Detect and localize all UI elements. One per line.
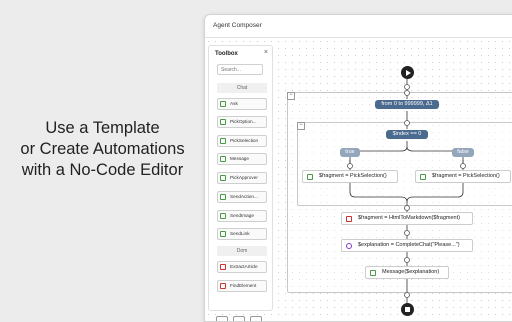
flow-end-node[interactable] xyxy=(401,303,414,316)
toolbox-item-extract-article[interactable]: ExtractArticle xyxy=(217,261,267,273)
markdown-icon xyxy=(346,216,352,222)
message-icon xyxy=(370,270,376,276)
pick-selection-icon xyxy=(420,174,426,180)
toolbox-item-message[interactable]: Message xyxy=(217,153,267,165)
toolbox-item-ask[interactable]: Ask xyxy=(217,98,267,110)
html-to-markdown-node[interactable]: $fragment = HtmlToMarkdown($fragment) xyxy=(341,212,473,225)
toolbox-item-send-link[interactable]: SendLink xyxy=(217,228,267,240)
node-label: $fragment = PickSelection() xyxy=(432,173,500,179)
node-label: $fragment = PickSelection() xyxy=(319,173,387,179)
toolbox-item-send-image[interactable]: SendImage xyxy=(217,210,267,222)
category-dom[interactable]: Dom xyxy=(217,246,267,256)
branch-false-pick-selection-node[interactable]: $fragment = PickSelection() xyxy=(415,170,511,183)
pick-option-icon xyxy=(220,119,226,125)
send-action-icon xyxy=(220,194,226,200)
toolbox-item-find-element[interactable]: FindElement xyxy=(217,280,267,292)
node-label: $explanation = CompleteChat("Please...") xyxy=(358,242,460,248)
article-icon xyxy=(220,264,226,270)
branch-false-label[interactable]: false xyxy=(452,148,474,157)
promo-line-1: Use a Template xyxy=(45,119,160,137)
promo-text: Use a Template or Create Automations wit… xyxy=(0,118,205,181)
close-icon[interactable]: × xyxy=(264,49,268,56)
link-icon xyxy=(220,231,226,237)
message-node[interactable]: Message($explanation) xyxy=(365,266,449,279)
node-label: $fragment = HtmlToMarkdown($fragment) xyxy=(358,215,460,221)
toolbox-item-pick-approver[interactable]: PickApprover xyxy=(217,172,267,184)
agent-composer-window: Agent Composer − − from 0 to 999999, Δ1 … xyxy=(204,14,512,322)
loop-header[interactable]: from 0 to 999999, Δ1 xyxy=(375,100,439,109)
node-label: Message($explanation) xyxy=(382,269,440,275)
zoom-out-icon[interactable] xyxy=(250,316,262,321)
promo-line-2: or Create Automations xyxy=(20,140,185,158)
approver-icon xyxy=(220,175,226,181)
zoom-in-icon[interactable] xyxy=(233,316,245,321)
flow-start-node[interactable] xyxy=(401,66,414,79)
pick-selection-icon xyxy=(307,174,313,180)
find-element-icon xyxy=(220,283,226,289)
toolbox-title: Toolbox xyxy=(215,51,238,57)
condition-header[interactable]: $index == 0 xyxy=(386,130,428,139)
branch-true-label[interactable]: true xyxy=(340,148,360,157)
toolbox-item-pick-selection[interactable]: PickSelection xyxy=(217,135,267,147)
ai-chat-icon xyxy=(346,243,352,249)
branch-true-pick-selection-node[interactable]: $fragment = PickSelection() xyxy=(302,170,398,183)
promo-line-3: with a No-Code Editor xyxy=(21,161,184,179)
image-icon xyxy=(220,213,226,219)
toolbox-item-send-action[interactable]: SendAction... xyxy=(217,191,267,203)
category-chat[interactable]: Chat xyxy=(217,83,267,93)
pick-selection-icon xyxy=(220,138,226,144)
toolbox-panel: Toolbox × Chat Ask PickOption... PickSel… xyxy=(208,45,273,311)
toolbox-search-input[interactable] xyxy=(217,64,263,75)
fit-view-icon[interactable] xyxy=(216,316,228,321)
complete-chat-node[interactable]: $explanation = CompleteChat("Please...") xyxy=(341,239,473,252)
ask-icon xyxy=(220,101,226,107)
message-icon xyxy=(220,156,226,162)
toolbox-item-pick-option[interactable]: PickOption... xyxy=(217,116,267,128)
